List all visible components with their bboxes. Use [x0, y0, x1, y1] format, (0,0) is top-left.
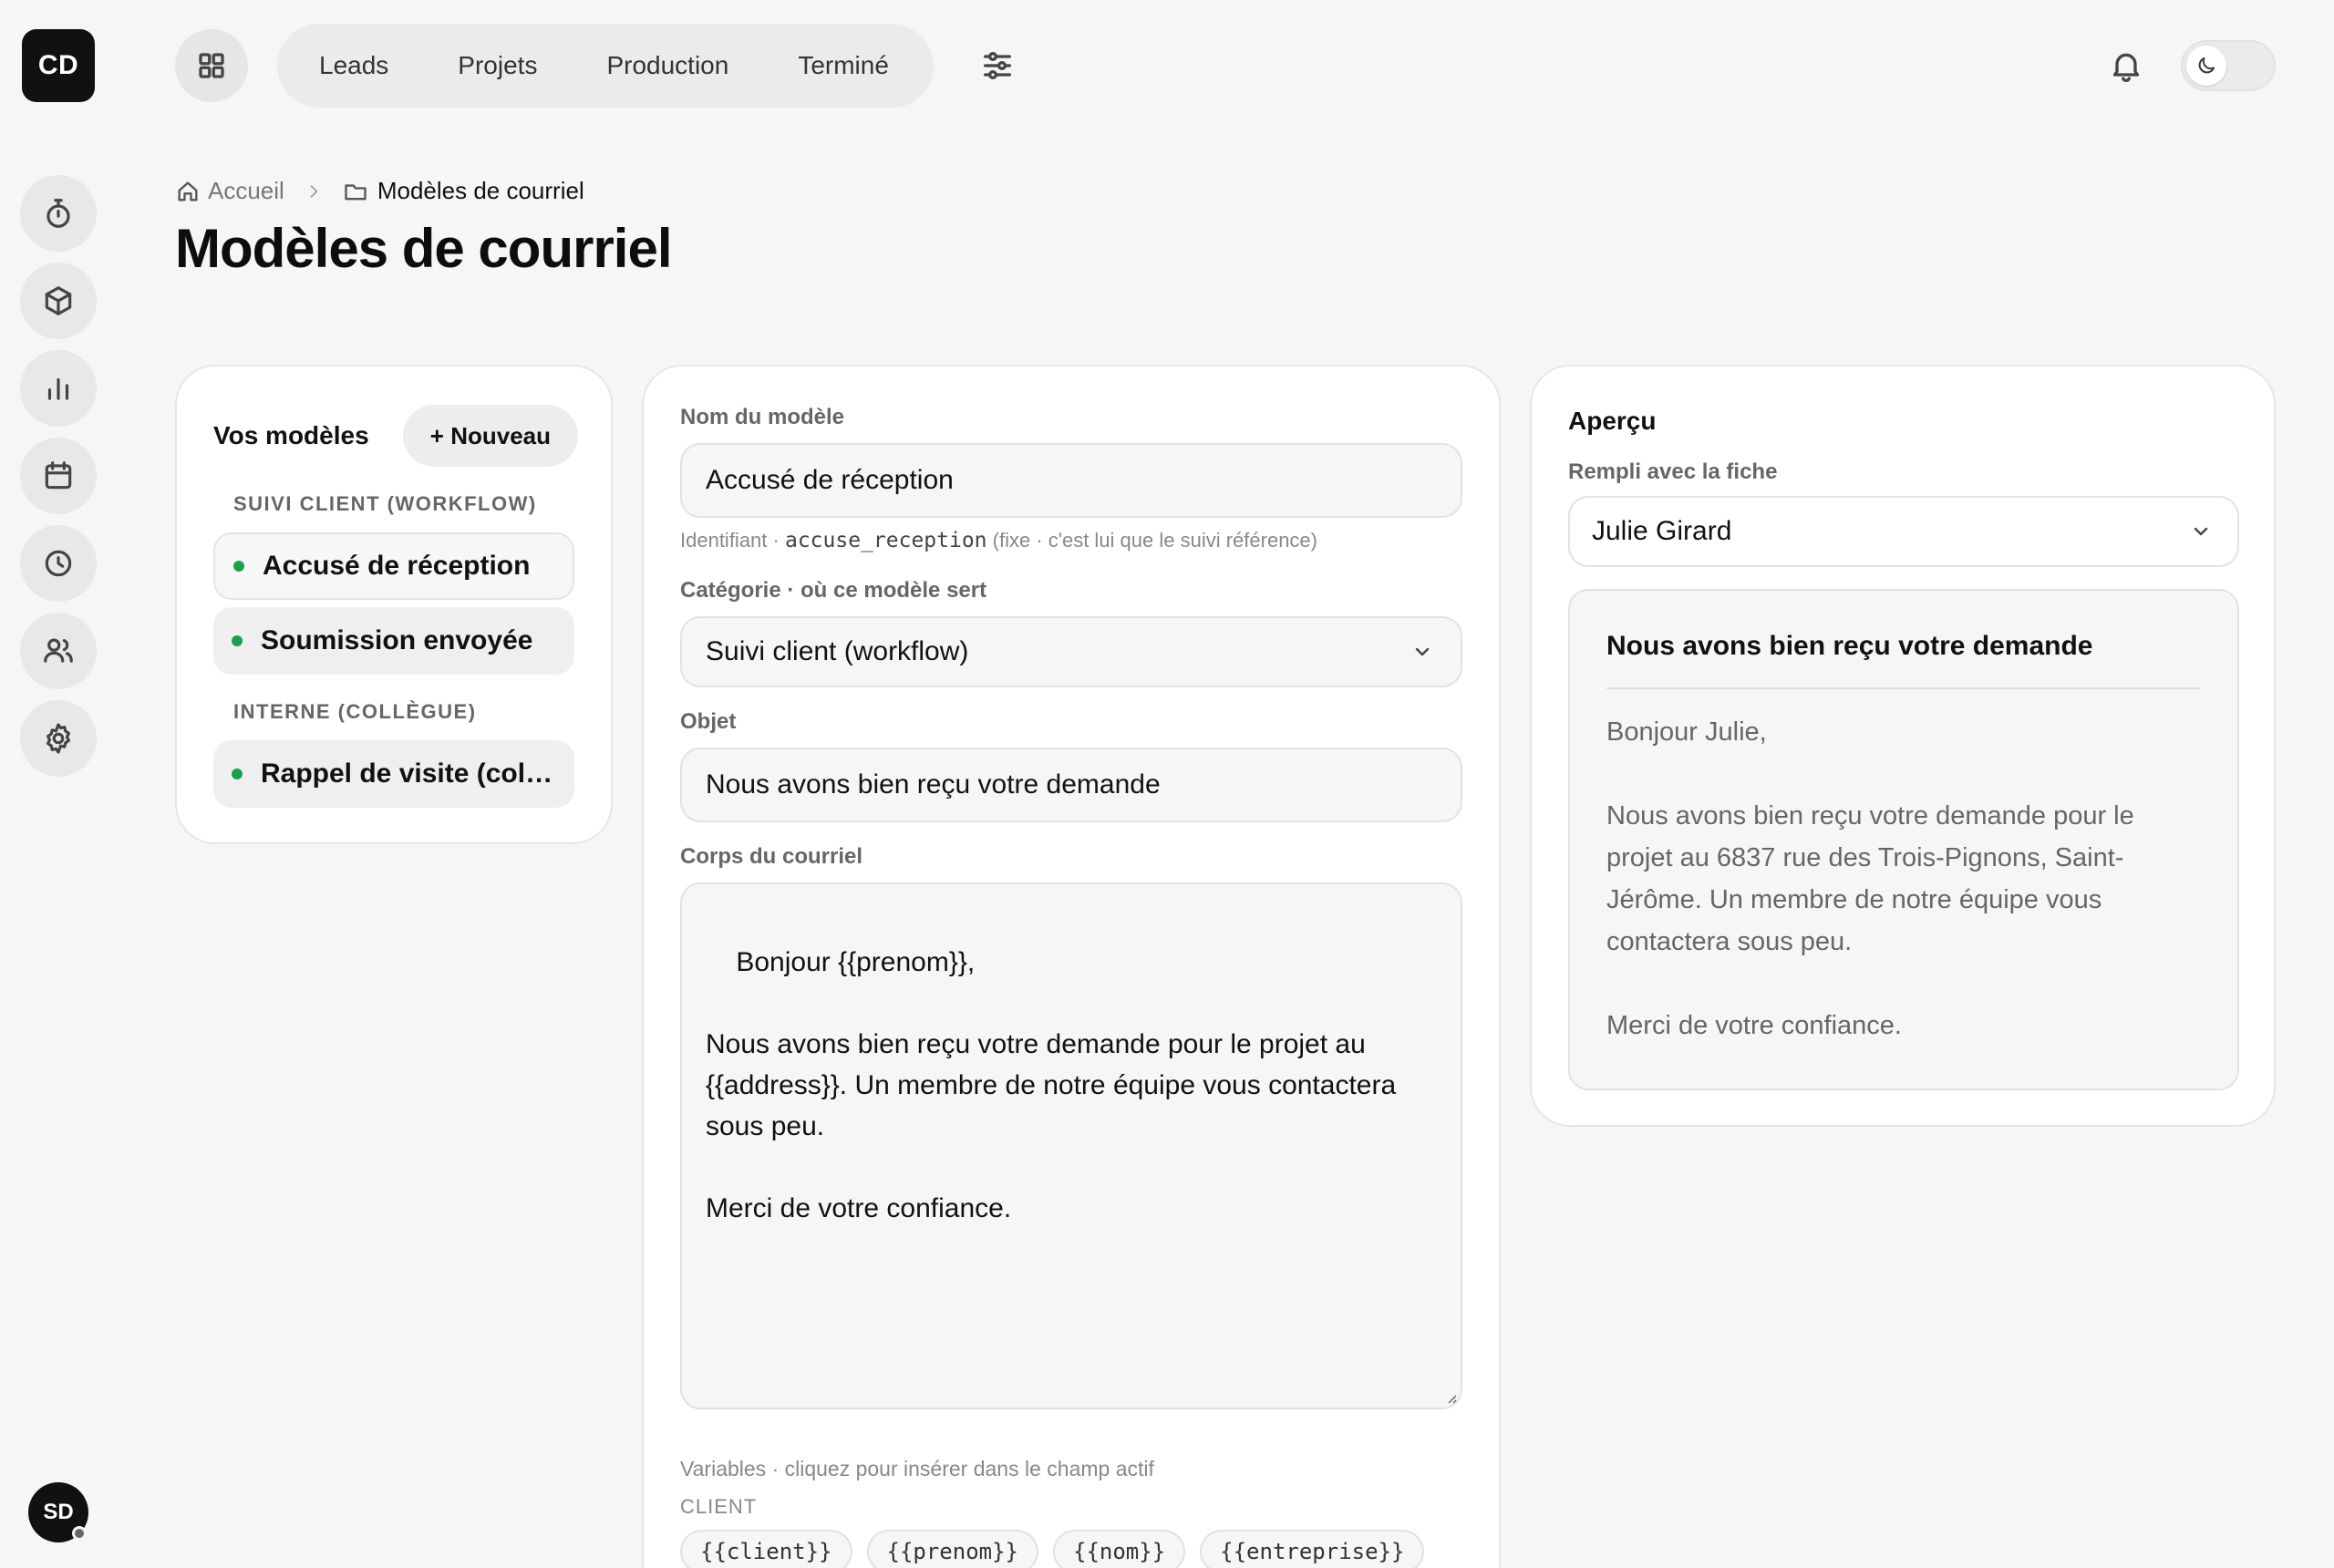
- history-nav-button[interactable]: [20, 525, 97, 602]
- name-label: Nom du modèle: [680, 405, 845, 429]
- variable-chip-entreprise[interactable]: {{entreprise}}: [1200, 1530, 1425, 1568]
- preview-body: Bonjour Julie, Nous avons bien reçu votr…: [1606, 717, 2134, 1040]
- template-item-rappel-visite[interactable]: Rappel de visite (col…: [213, 740, 574, 808]
- breadcrumb: Accueil Modèles de courriel: [175, 177, 584, 205]
- sidebar-rail: [20, 175, 97, 777]
- nav-production[interactable]: Production: [606, 51, 728, 80]
- identifier-hint-prefix: Identifiant ·: [680, 529, 780, 552]
- new-template-button[interactable]: + Nouveau: [402, 405, 578, 467]
- template-item-label: Rappel de visite (col…: [261, 758, 553, 789]
- variable-chip-prenom[interactable]: {{prenom}}: [866, 1530, 1038, 1568]
- preview-card: Aperçu Rempli avec la fiche Julie Girard…: [1530, 365, 2276, 1127]
- templates-card: Vos modèles + Nouveau SUIVI CLIENT (WORK…: [175, 365, 613, 844]
- status-dot: [232, 635, 243, 646]
- preview-title: Aperçu: [1568, 407, 1657, 435]
- body-textarea[interactable]: Bonjour {{prenom}}, Nous avons bien reçu…: [680, 882, 1462, 1409]
- resize-handle-icon[interactable]: [1444, 1391, 1457, 1404]
- folder-icon: [345, 183, 367, 200]
- template-item-label: Soumission envoyée: [261, 625, 533, 655]
- users-icon: [44, 638, 73, 663]
- chevron-down-icon: [1415, 647, 1430, 656]
- calendar-icon: [45, 461, 72, 490]
- breadcrumb-current: Modèles de courriel: [377, 177, 584, 204]
- template-name-value: Accusé de réception: [706, 465, 954, 495]
- variable-chips: {{client}} {{prenom}} {{nom}} {{entrepri…: [680, 1530, 1425, 1568]
- box-icon: [45, 286, 72, 315]
- template-item-accuse-reception[interactable]: Accusé de réception: [213, 532, 574, 600]
- theme-toggle-knob: [2186, 46, 2226, 86]
- grid-icon: [199, 53, 224, 78]
- template-name-input[interactable]: Accusé de réception: [680, 443, 1462, 518]
- group-label-workflow: SUIVI CLIENT (WORKFLOW): [233, 492, 537, 515]
- identifier-hint: Identifiant · accuse_reception (fixe · c…: [680, 529, 1317, 552]
- nav-leads[interactable]: Leads: [319, 51, 388, 80]
- template-item-soumission-envoyee[interactable]: Soumission envoyée: [213, 607, 574, 675]
- status-dot: [233, 561, 244, 572]
- preview-subject: Nous avons bien reçu votre demande: [1606, 631, 2201, 689]
- nav-projets[interactable]: Projets: [458, 51, 537, 80]
- subject-label: Objet: [680, 709, 737, 734]
- products-nav-button[interactable]: [20, 263, 97, 339]
- status-dot: [232, 769, 243, 779]
- body-value: Bonjour {{prenom}}, Nous avons bien reçu…: [706, 947, 1397, 1223]
- preview-record-select[interactable]: Julie Girard: [1568, 496, 2239, 567]
- brand-logo[interactable]: CD: [22, 29, 95, 102]
- stopwatch-icon: [46, 199, 70, 228]
- filters-button[interactable]: [979, 47, 1016, 84]
- preview-record-value: Julie Girard: [1592, 516, 1732, 546]
- category-select[interactable]: Suivi client (workflow): [680, 616, 1462, 687]
- group-label-interne: INTERNE (COLLÈGUE): [233, 700, 477, 723]
- presence-indicator: [72, 1526, 87, 1541]
- gear-icon: [46, 723, 70, 754]
- home-icon: [178, 181, 198, 201]
- bell-icon: [2112, 53, 2140, 82]
- identifier-hint-suffix: (fixe · c'est lui que le suivi référence…: [992, 529, 1317, 552]
- template-editor-card: Nom du modèle Accusé de réception Identi…: [642, 365, 1501, 1568]
- preview-record-label: Rempli avec la fiche: [1568, 459, 1778, 484]
- moon-icon: [2198, 57, 2215, 74]
- body-label: Corps du courriel: [680, 844, 863, 869]
- chevron-down-icon: [2194, 527, 2208, 536]
- notifications-button[interactable]: [2108, 46, 2144, 86]
- subject-value: Nous avons bien reçu votre demande: [706, 769, 1161, 799]
- identifier-value: accuse_reception: [784, 529, 987, 552]
- top-nav: Leads Projets Production Terminé: [277, 24, 934, 108]
- sliders-icon: [984, 52, 1011, 79]
- category-value: Suivi client (workflow): [706, 636, 969, 666]
- timer-nav-button[interactable]: [20, 175, 97, 252]
- variables-hint: Variables · cliquez pour insérer dans le…: [680, 1457, 1154, 1480]
- page-title: Modèles de courriel: [175, 218, 672, 279]
- category-label: Catégorie · où ce modèle sert: [680, 578, 987, 603]
- templates-header: Vos modèles + Nouveau: [213, 405, 578, 467]
- bar-chart-icon: [47, 377, 69, 400]
- contacts-nav-button[interactable]: [20, 613, 97, 689]
- nav-termine[interactable]: Terminé: [798, 51, 889, 80]
- templates-title: Vos modèles: [213, 421, 369, 449]
- calendar-nav-button[interactable]: [20, 438, 97, 514]
- clock-icon: [45, 550, 72, 577]
- variable-chip-client[interactable]: {{client}}: [680, 1530, 852, 1568]
- apps-grid-button[interactable]: [175, 29, 248, 102]
- variable-chip-nom[interactable]: {{nom}}: [1053, 1530, 1186, 1568]
- template-item-label: Accusé de réception: [263, 551, 531, 581]
- email-preview: Nous avons bien reçu votre demande Bonjo…: [1568, 589, 2239, 1090]
- variables-group-label: CLIENT: [680, 1495, 758, 1518]
- chevron-right-icon: [305, 182, 323, 201]
- breadcrumb-home-link[interactable]: Accueil: [208, 177, 284, 205]
- settings-nav-button[interactable]: [20, 700, 97, 777]
- subject-input[interactable]: Nous avons bien reçu votre demande: [680, 748, 1462, 822]
- theme-toggle[interactable]: [2181, 40, 2276, 91]
- stats-nav-button[interactable]: [20, 350, 97, 427]
